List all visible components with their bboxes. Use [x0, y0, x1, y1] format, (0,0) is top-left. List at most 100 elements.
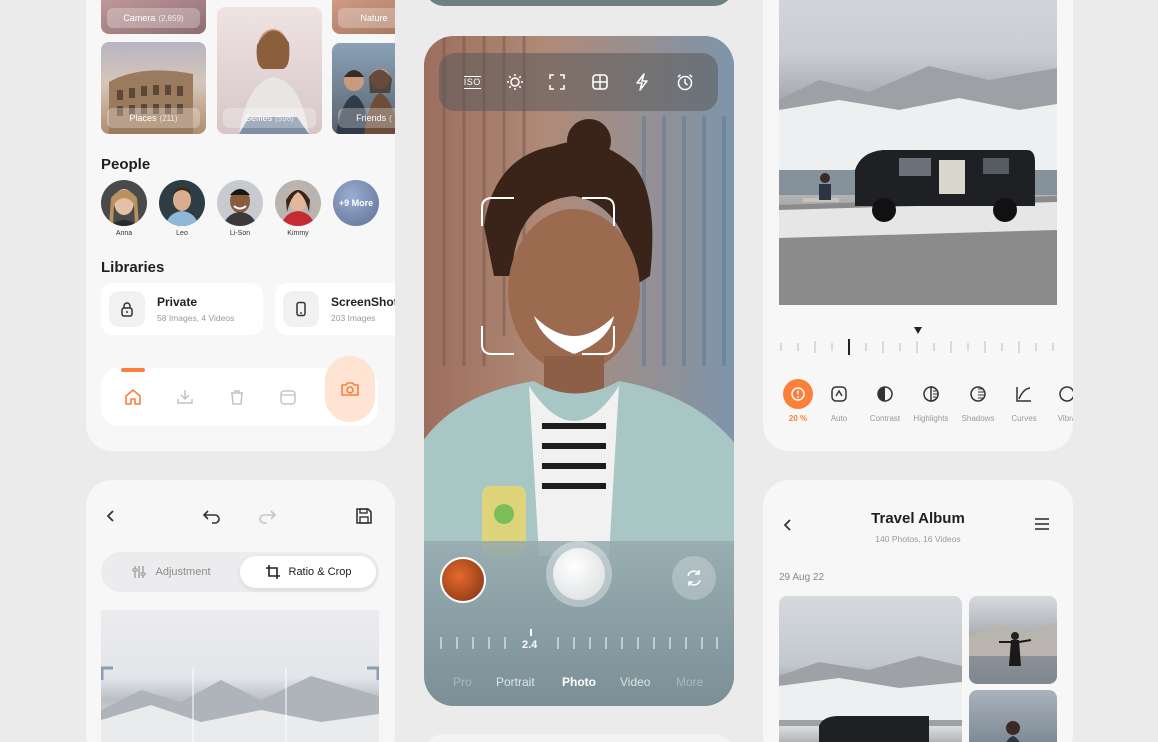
mode-video[interactable]: Video [620, 675, 650, 689]
person-anna[interactable]: Anna [100, 180, 148, 237]
shadows-icon [963, 379, 993, 409]
album-friends[interactable]: Friends ( [332, 43, 395, 134]
sliders-icon [132, 566, 146, 578]
crop-canvas [100, 610, 380, 742]
curves-icon [1009, 379, 1039, 409]
adjust-value: 20 % [788, 414, 808, 423]
last-photo-thumbnail[interactable] [440, 557, 486, 603]
adjust-screen: 20 % Auto Contrast Highlights Shadows Cu… [763, 0, 1073, 451]
adjust-label: Auto [830, 414, 848, 423]
redo-icon[interactable] [257, 508, 277, 529]
back-icon[interactable] [104, 508, 118, 529]
person-kimmy[interactable]: Kimmy [274, 180, 322, 237]
album-photo-small[interactable] [969, 690, 1057, 742]
camera-screen-top-partial [424, 0, 734, 6]
avatar [159, 180, 205, 226]
adjust-auto[interactable]: Auto [819, 379, 859, 423]
album-name: Friends [356, 113, 387, 123]
mode-portrait[interactable]: Portrait [496, 675, 535, 689]
person-photo [1006, 721, 1020, 742]
zoom-value: 2.4 [522, 639, 538, 651]
adjust-contrast[interactable]: Contrast [865, 379, 905, 423]
person-li-son[interactable]: Li-Son [216, 180, 264, 237]
adjust-shadows[interactable]: Shadows [958, 379, 998, 423]
shutter-button[interactable] [546, 541, 612, 607]
album-caption: Selfies (598) [223, 108, 316, 128]
van-landscape [779, 66, 1057, 305]
album-count: ( [389, 113, 392, 123]
menu-icon[interactable] [1033, 516, 1051, 537]
face-detection-frame [481, 197, 615, 355]
adjust-label: Curves [1011, 414, 1037, 423]
van-landscape [779, 656, 962, 742]
mode-more[interactable]: More [676, 675, 703, 689]
tab-label: Adjustment [155, 566, 211, 578]
library-count: 203 Images [331, 313, 376, 323]
focus-frame-icon[interactable] [546, 71, 568, 93]
adjust-active-tool[interactable]: 20 % [778, 379, 818, 423]
adjust-label: Shadows [961, 414, 995, 423]
album-name: Camera [123, 13, 156, 23]
edited-photo [779, 0, 1057, 305]
album-caption: Camera (2,859) [107, 8, 200, 28]
album-screen: Travel Album 140 Photos, 16 Videos 29 Au… [763, 480, 1073, 742]
zoom-ruler[interactable] [424, 621, 734, 661]
album-photo-large[interactable] [779, 596, 962, 742]
calendar-icon[interactable] [276, 385, 300, 409]
library-screenshot[interactable]: ScreenShot 203 Images [275, 283, 395, 335]
intensity-ruler[interactable] [779, 325, 1057, 355]
adjust-vibrance[interactable]: Vibra [1047, 379, 1073, 423]
tab-label: Ratio & Crop [288, 566, 352, 578]
adjust-highlights[interactable]: Highlights [911, 379, 951, 423]
undo-icon[interactable] [202, 508, 222, 529]
album-places[interactable]: Places (211) [101, 42, 206, 134]
save-icon[interactable] [355, 507, 373, 530]
contrast-icon [870, 379, 900, 409]
tab-adjustment[interactable]: Adjustment [105, 556, 237, 588]
phone-icon [283, 291, 319, 327]
people-more-button[interactable]: +9 More [332, 180, 380, 226]
library-title: Private [157, 295, 198, 309]
album-camera[interactable]: Camera (2,859) [101, 0, 206, 34]
flip-camera-icon [687, 570, 701, 586]
avatar [275, 180, 321, 226]
hiker-photo [969, 622, 1057, 666]
shutter-inner [553, 548, 605, 600]
switch-camera-button[interactable] [672, 556, 716, 600]
snowy-mountain-photo [100, 666, 380, 742]
adjust-curves[interactable]: Curves [1004, 379, 1044, 423]
library-count: 58 Images, 4 Videos [157, 313, 235, 323]
home-icon[interactable] [121, 385, 145, 409]
album-caption: Friends ( [338, 108, 395, 128]
grid-icon[interactable] [589, 71, 611, 93]
library-private[interactable]: Private 58 Images, 4 Videos [101, 283, 263, 335]
flash-icon[interactable] [631, 71, 653, 93]
tab-ratio-crop[interactable]: Ratio & Crop [240, 556, 376, 588]
album-count: (211) [159, 113, 178, 123]
people-title: People [101, 156, 151, 173]
brightness-icon[interactable] [504, 71, 526, 93]
mode-pro[interactable]: Pro [453, 675, 472, 689]
gallery-screen: Camera (2,859) Nature Selfies (598) Plac… [86, 0, 395, 451]
album-name: Selfies [245, 113, 273, 123]
camera-controls-panel: 2.4 Pro Portrait Photo Video More [424, 541, 734, 706]
download-icon[interactable] [173, 385, 197, 409]
album-nature[interactable]: Nature [332, 0, 395, 34]
exposure-icon [783, 379, 813, 409]
timer-icon[interactable] [674, 71, 696, 93]
adjust-label: Contrast [869, 414, 901, 423]
mode-photo[interactable]: Photo [562, 675, 596, 689]
album-caption: Nature [338, 8, 395, 28]
vibrance-icon [1052, 379, 1073, 409]
more-label: +9 More [338, 198, 374, 208]
active-tab-indicator [121, 368, 145, 372]
album-photo-person[interactable] [969, 596, 1057, 684]
auto-icon [824, 379, 854, 409]
iso-button[interactable]: ISO [461, 71, 483, 93]
album-selfies[interactable]: Selfies (598) [217, 7, 322, 134]
camera-tab-button[interactable] [325, 356, 375, 422]
bottom-tab-bar [101, 356, 378, 426]
person-leo[interactable]: Leo [158, 180, 206, 237]
avatar [101, 180, 147, 226]
trash-icon[interactable] [225, 385, 249, 409]
